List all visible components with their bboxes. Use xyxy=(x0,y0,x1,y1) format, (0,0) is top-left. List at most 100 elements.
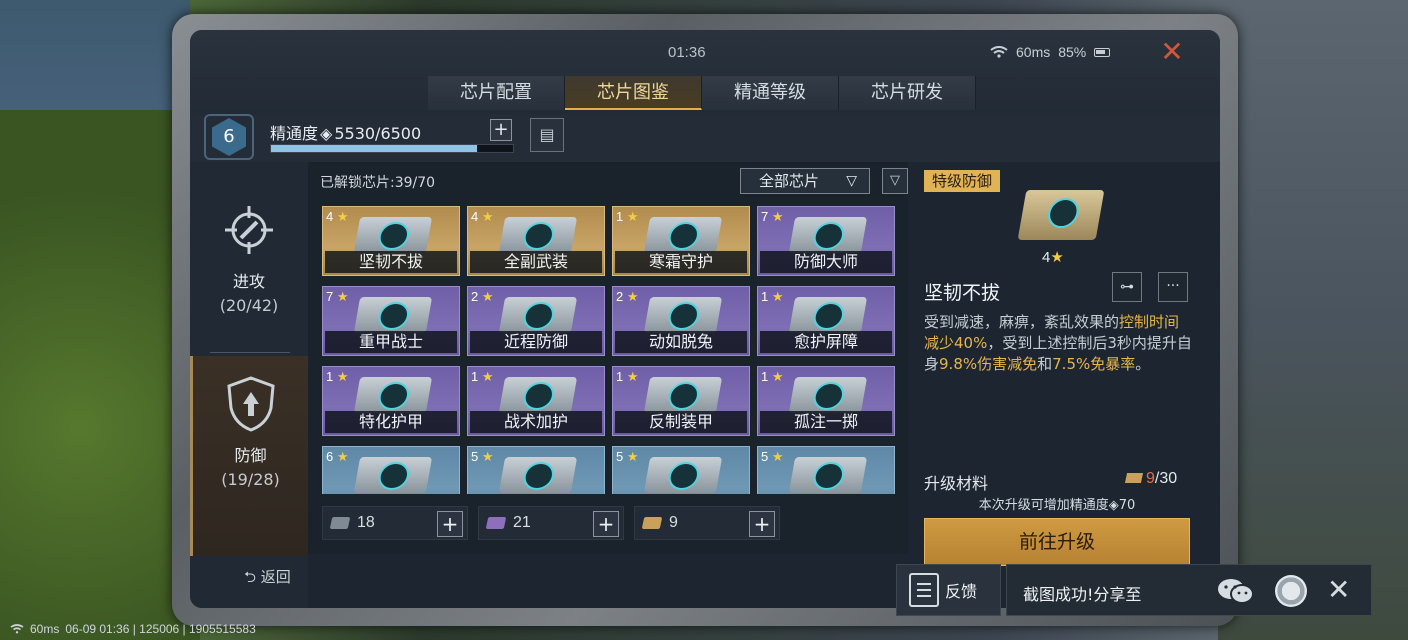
chip-icon xyxy=(643,377,723,413)
chip-icon xyxy=(643,457,723,493)
chip-stars: 7 ★ xyxy=(761,209,784,224)
filter-icon[interactable]: ▽ xyxy=(882,168,908,194)
wechat-icon[interactable] xyxy=(1217,577,1255,605)
category-sidebar: 进攻 (20/42) 防御 (19/28) xyxy=(190,162,308,608)
chip-card[interactable]: 1 ★ 反制装甲 xyxy=(612,366,750,436)
rarity-badge: 特级防御 xyxy=(924,170,1001,192)
chip-description: 受到减速，麻痹，紊乱效果的控制时间减少40%，受到上述控制后3秒内提升自身9.8… xyxy=(924,313,1192,373)
chip-card[interactable]: 7 ★ 重甲战士 xyxy=(322,286,460,356)
wifi-icon xyxy=(990,46,1008,58)
chip-name: 坚韧不拔 xyxy=(325,251,457,273)
chip-card[interactable]: 1 ★ 寒霜守护 xyxy=(612,206,750,276)
mastery-bar: 6 精通度 ◈ 5530/6500 + ▤ xyxy=(190,114,1220,162)
mastery-progress xyxy=(270,144,514,153)
tab-chip-research[interactable]: 芯片研发 xyxy=(839,76,976,110)
shield-icon: ◈ xyxy=(1108,498,1119,513)
chip-icon xyxy=(788,217,868,253)
feedback-button[interactable]: 反馈 xyxy=(896,564,1001,616)
sidebar-item-attack[interactable]: 进攻 (20/42) xyxy=(190,182,308,352)
upgrade-material-count: 9/30 xyxy=(1124,470,1177,488)
star-icon: ★ xyxy=(771,449,784,464)
chip-card[interactable]: 1 ★ 孤注一掷 xyxy=(757,366,895,436)
chip-image xyxy=(1017,190,1105,240)
chip-card[interactable]: 1 ★ 特化护甲 xyxy=(322,366,460,436)
ping-value: 60ms xyxy=(1016,44,1051,60)
star-icon: ★ xyxy=(481,209,494,224)
chip-card[interactable]: 6 ★ xyxy=(322,446,460,494)
chip-icon xyxy=(643,297,723,333)
chip-card[interactable]: 5 ★ xyxy=(467,446,605,494)
chip-name: 孤注一掷 xyxy=(760,411,892,433)
more-icon[interactable]: ··· xyxy=(1158,272,1188,302)
chip-stars: 1 ★ xyxy=(761,369,784,384)
add-material-button[interactable]: + xyxy=(437,511,463,537)
star-icon: ★ xyxy=(771,209,784,224)
chip-stars: 2 ★ xyxy=(616,289,639,304)
chip-name: 寒霜守护 xyxy=(615,251,747,273)
chip-stars: 5 ★ xyxy=(761,449,784,464)
chip-stars: 4★ xyxy=(1042,249,1064,266)
chip-material-icon xyxy=(329,517,351,529)
chip-card[interactable]: 4 ★ 坚韧不拔 xyxy=(322,206,460,276)
chip-stars: 5 ★ xyxy=(616,449,639,464)
chip-detail-panel: 特级防御 4★ 坚韧不拔 ⊶ ··· 受到减速，麻痹，紊乱效果的控制时间减少40… xyxy=(912,162,1212,566)
tab-bar: 芯片配置 芯片图鉴 精通等级 芯片研发 xyxy=(428,76,976,110)
chip-filter-dropdown[interactable]: 全部芯片 ▽ xyxy=(740,168,870,194)
codex-book-icon[interactable]: ▤ xyxy=(530,118,564,152)
chip-card[interactable]: 5 ★ xyxy=(757,446,895,494)
chip-icon xyxy=(643,217,723,253)
close-icon[interactable]: ✕ xyxy=(1158,38,1186,66)
chip-card[interactable]: 2 ★ 近程防御 xyxy=(467,286,605,356)
mastery-add-button[interactable]: + xyxy=(490,119,512,141)
share-tree-icon[interactable]: ⊶ xyxy=(1112,272,1142,302)
back-button[interactable]: ⮌ 返回 xyxy=(244,566,291,592)
chip-card[interactable]: 5 ★ xyxy=(612,446,750,494)
moments-icon[interactable] xyxy=(1275,575,1307,607)
chip-card[interactable]: 2 ★ 动如脱兔 xyxy=(612,286,750,356)
chip-icon xyxy=(353,217,433,253)
chip-name: 坚韧不拔 xyxy=(924,282,1001,304)
close-icon[interactable]: ✕ xyxy=(1327,575,1350,605)
chip-stars: 1 ★ xyxy=(616,209,639,224)
star-icon: ★ xyxy=(336,209,349,224)
star-icon: ★ xyxy=(481,289,494,304)
chip-stars: 1 ★ xyxy=(326,369,349,384)
screenshot-share-bar: 截图成功!分享至 ✕ xyxy=(1006,564,1372,616)
tab-chip-codex[interactable]: 芯片图鉴 xyxy=(565,76,702,110)
chip-name: 反制装甲 xyxy=(615,411,747,433)
clipboard-icon xyxy=(909,573,939,607)
chip-stars: 1 ★ xyxy=(471,369,494,384)
chip-stars: 1 ★ xyxy=(761,289,784,304)
sidebar-item-defense[interactable]: 防御 (19/28) xyxy=(190,356,308,556)
material-purple: 21 + xyxy=(478,506,624,540)
tab-mastery-level[interactable]: 精通等级 xyxy=(702,76,839,110)
battery-icon xyxy=(1094,47,1111,57)
star-icon: ★ xyxy=(336,449,349,464)
chip-icon xyxy=(788,297,868,333)
chip-stars: 1 ★ xyxy=(616,369,639,384)
tab-chip-config[interactable]: 芯片配置 xyxy=(428,76,565,110)
add-material-button[interactable]: + xyxy=(593,511,619,537)
chip-name: 愈护屏障 xyxy=(760,331,892,353)
shield-icon: ◈ xyxy=(320,124,333,143)
chip-name: 全副武装 xyxy=(470,251,602,273)
chip-name: 特化护甲 xyxy=(325,411,457,433)
mastery-label: 精通度 ◈ 5530/6500 xyxy=(270,124,422,143)
chip-card[interactable]: 7 ★ 防御大师 xyxy=(757,206,895,276)
chip-icon xyxy=(353,377,433,413)
star-icon: ★ xyxy=(626,209,639,224)
chip-card[interactable]: 1 ★ 愈护屏障 xyxy=(757,286,895,356)
chip-name: 战术加护 xyxy=(470,411,602,433)
chip-name: 重甲战士 xyxy=(325,331,457,353)
shield-icon xyxy=(221,374,281,434)
clock: 01:36 xyxy=(668,44,706,61)
chip-material-icon xyxy=(641,517,663,529)
chip-card[interactable]: 4 ★ 全副武装 xyxy=(467,206,605,276)
back-arrow-icon: ⮌ xyxy=(244,568,257,586)
chip-stars: 5 ★ xyxy=(471,449,494,464)
go-upgrade-button[interactable]: 前往升级 xyxy=(924,518,1190,566)
wifi-icon xyxy=(10,624,24,634)
add-material-button[interactable]: + xyxy=(749,511,775,537)
chip-card[interactable]: 1 ★ 战术加护 xyxy=(467,366,605,436)
chip-stars: 2 ★ xyxy=(471,289,494,304)
